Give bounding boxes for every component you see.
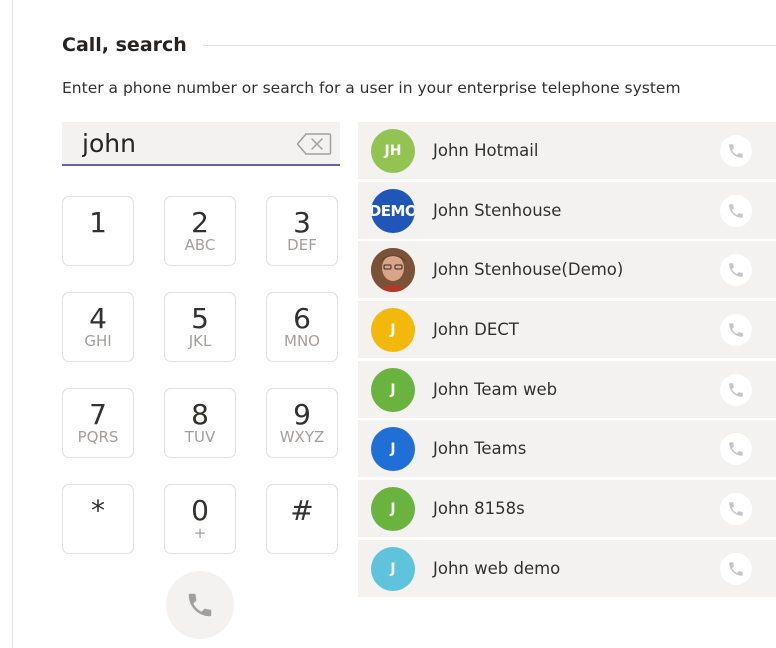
dialpad-key[interactable]: 0 + <box>164 484 236 554</box>
avatar-initials: J <box>390 441 396 458</box>
dialpad-key-digit: 2 <box>191 205 209 239</box>
dialpad-key-digit: 1 <box>89 205 107 239</box>
dialpad-key[interactable]: 5 JKL <box>164 292 236 362</box>
search-results-list: JH John Hotmail DEMO John Stenhouse John Ste… <box>358 122 776 600</box>
dialpad-key-letters: PQRS <box>77 427 119 446</box>
dialpad-key-digit: 6 <box>293 301 311 335</box>
result-call-button[interactable] <box>720 552 752 585</box>
phone-icon <box>729 144 743 158</box>
dialpad-key[interactable]: 8 TUV <box>164 388 236 458</box>
avatar <box>371 248 415 293</box>
phone-icon <box>729 263 743 278</box>
avatar-initials: DEMO <box>371 201 415 220</box>
dialpad-key-letters: ABC <box>184 235 216 254</box>
result-call-button[interactable] <box>720 254 752 287</box>
result-name: John Stenhouse(Demo) <box>433 260 624 280</box>
dialpad-key[interactable]: 3 DEF <box>266 196 338 266</box>
section-header: Call, search <box>62 30 776 60</box>
dialpad-key-letters: GHI <box>84 331 112 350</box>
result-row[interactable]: J John 8158s <box>358 480 776 538</box>
result-call-button[interactable] <box>720 493 752 526</box>
dialpad-key[interactable]: * <box>62 484 134 554</box>
dialpad-key[interactable]: 9 WXYZ <box>266 388 338 458</box>
dialpad-key-letters: + <box>193 523 207 542</box>
result-call-button[interactable] <box>720 373 752 406</box>
dialpad-key-digit: 3 <box>293 205 311 239</box>
dialpad-key-digit: 9 <box>293 397 311 431</box>
phone-icon <box>729 383 743 397</box>
result-name: John Hotmail <box>433 141 539 160</box>
result-name: John DECT <box>433 320 519 340</box>
result-call-button[interactable] <box>720 194 752 227</box>
dialpad-key-letters: JKL <box>188 331 212 350</box>
avatar: J <box>371 427 415 472</box>
avatar-initials: JH <box>384 143 402 159</box>
dialpad-key-digit: 8 <box>191 397 209 431</box>
dialpad-key-digit: # <box>290 493 314 527</box>
phone-icon <box>188 593 212 617</box>
result-call-button[interactable] <box>720 433 752 466</box>
result-row[interactable]: J John web demo <box>358 539 776 597</box>
result-name: John Team web <box>433 379 558 399</box>
phone-icon <box>729 502 743 516</box>
result-name: John Stenhouse <box>433 200 562 220</box>
avatar: JH <box>371 129 415 173</box>
avatar: DEMO <box>371 188 415 233</box>
search-box[interactable] <box>62 122 340 166</box>
phone-icon <box>729 323 743 337</box>
dialpad-key-letters: WXYZ <box>279 427 325 446</box>
phone-icon <box>729 562 743 576</box>
avatar: J <box>371 487 415 532</box>
instructions-text: Enter a phone number or search for a use… <box>62 79 681 97</box>
call-button[interactable] <box>166 571 234 639</box>
dialpad-key[interactable]: # <box>266 484 338 554</box>
avatar-initials: J <box>390 322 396 339</box>
result-row[interactable]: J John Team web <box>358 360 776 418</box>
dialpad-key[interactable]: 7 PQRS <box>62 388 134 458</box>
dialpad-key-digit: 7 <box>89 397 107 431</box>
left-divider <box>12 0 13 648</box>
avatar: J <box>371 367 415 412</box>
header-divider <box>202 44 776 46</box>
result-name: John Teams <box>433 439 527 459</box>
avatar-initials: J <box>390 501 396 518</box>
phone-icon <box>729 203 743 218</box>
avatar: J <box>371 308 415 353</box>
result-row[interactable]: John Stenhouse(Demo) <box>358 241 776 299</box>
backspace-icon[interactable] <box>296 132 332 156</box>
dialpad-key-letters: TUV <box>184 427 216 446</box>
dialpad-key[interactable]: 2 ABC <box>164 196 236 266</box>
result-row[interactable]: J John Teams <box>358 420 776 478</box>
result-row[interactable]: DEMO John Stenhouse <box>358 181 776 239</box>
search-input[interactable] <box>62 122 282 164</box>
result-name: John web demo <box>433 558 561 578</box>
dialpad-key-digit: 4 <box>89 301 107 335</box>
dialpad-key[interactable]: 4 GHI <box>62 292 134 362</box>
dialpad-key-digit: 5 <box>191 301 209 335</box>
avatar-initials: J <box>390 381 396 398</box>
dialpad-key-digit: 0 <box>191 493 209 527</box>
result-call-button[interactable] <box>720 314 752 347</box>
result-name: John 8158s <box>433 499 525 519</box>
avatar: J <box>371 546 415 591</box>
result-row[interactable]: J John DECT <box>358 301 776 359</box>
result-row[interactable]: JH John Hotmail <box>358 122 776 179</box>
phone-icon <box>729 442 743 457</box>
dialpad-key-letters: MNO <box>284 331 320 350</box>
dialpad-key[interactable]: 1 <box>62 196 134 266</box>
page-title: Call, search <box>62 34 187 56</box>
dialpad-key[interactable]: 6 MNO <box>266 292 338 362</box>
dialpad-key-digit: * <box>91 493 105 527</box>
avatar-initials: J <box>390 560 396 577</box>
result-call-button[interactable] <box>720 135 752 167</box>
dialpad-key-letters: DEF <box>287 235 317 254</box>
